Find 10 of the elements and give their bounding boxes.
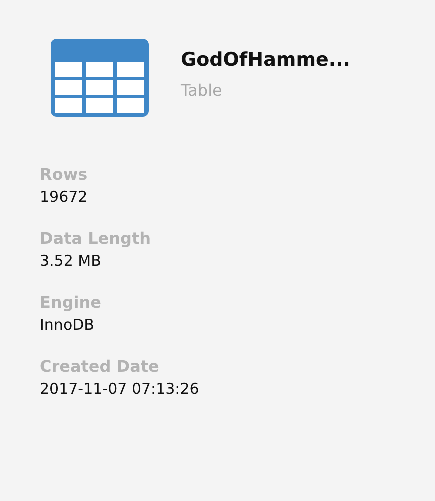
field-value: 3.52 MB <box>40 252 102 270</box>
object-type: Table <box>181 81 224 100</box>
field-label: Rows <box>40 165 89 184</box>
field-label: Data Length <box>40 229 152 248</box>
field-label: Engine <box>40 293 102 312</box>
field-value: 19672 <box>40 188 89 206</box>
field-label: Created Date <box>40 357 160 376</box>
field-value: InnoDB <box>40 316 96 334</box>
field-value: 2017-11-07 07:13:26 <box>40 380 200 398</box>
table-name: GodOfHamme... <box>181 49 351 71</box>
